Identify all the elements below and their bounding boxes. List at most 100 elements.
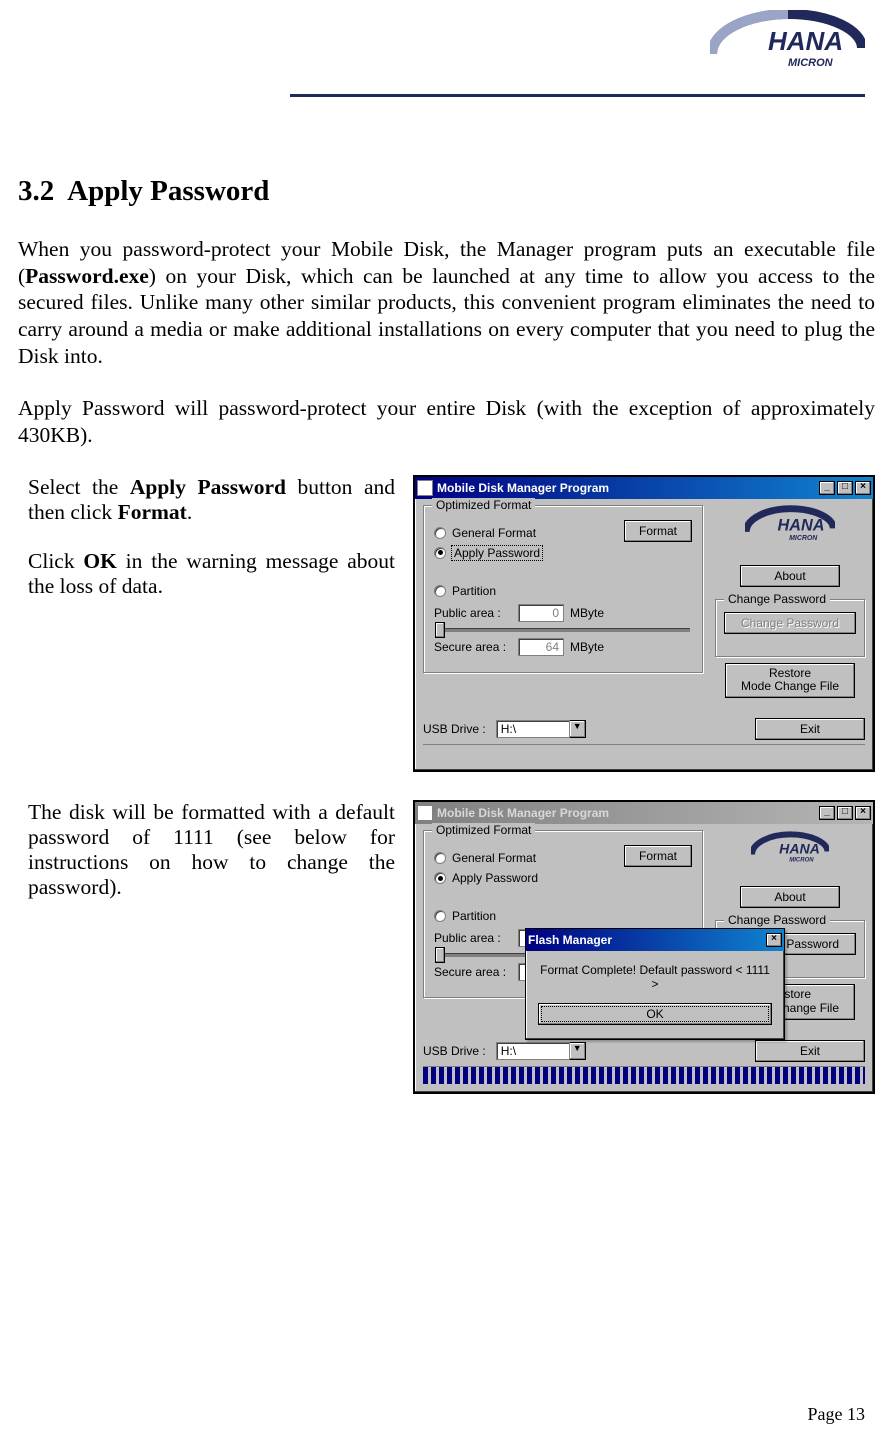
hana-micron-logo: HANA MICRON: [710, 10, 865, 88]
chevron-down-icon[interactable]: ▼: [570, 1042, 586, 1060]
close-button[interactable]: ×: [766, 933, 782, 947]
group-label-optimized: Optimized Format: [432, 823, 535, 837]
radio-apply-password[interactable]: [434, 872, 446, 884]
step-1: Select the Apply Password button and the…: [18, 475, 395, 525]
usb-drive-value: H:\: [496, 720, 570, 738]
secure-area-value[interactable]: 64: [518, 638, 564, 656]
app-window-2: Mobile Disk Manager Program _ □ × Optimi…: [413, 800, 875, 1094]
svg-text:MICRON: MICRON: [789, 858, 814, 864]
apply-password-bold: Apply Password: [130, 475, 286, 499]
app-icon: [417, 805, 433, 821]
minimize-button[interactable]: _: [819, 481, 835, 495]
change-password-button[interactable]: Change Password: [724, 612, 856, 634]
page-content: 3.2 Apply Password When you password-pro…: [10, 97, 883, 1094]
titlebar: Mobile Disk Manager Program _ □ ×: [415, 477, 873, 499]
format-button[interactable]: Format: [624, 520, 692, 542]
step-row-1: Select the Apply Password button and the…: [18, 475, 875, 773]
radio-general-format[interactable]: [434, 527, 446, 539]
radio-label-general: General Format: [452, 526, 536, 540]
radio-label-apply: Apply Password: [452, 546, 542, 560]
hana-logo-small: HANA MICRON: [745, 505, 835, 553]
radio-label-general: General Format: [452, 851, 536, 865]
svg-text:MICRON: MICRON: [788, 57, 834, 69]
app-window-1: Mobile Disk Manager Program _ □ × Optimi…: [413, 475, 875, 773]
secure-area-row: Secure area : 64 MByte: [434, 638, 692, 656]
usb-drive-combo[interactable]: H:\ ▼: [496, 720, 586, 738]
dialog-title: Flash Manager: [528, 933, 612, 947]
close-button[interactable]: ×: [855, 481, 871, 495]
step-column-1: Select the Apply Password button and the…: [18, 475, 395, 623]
public-area-label: Public area :: [434, 931, 512, 945]
step-row-2: The disk will be formatted with a defaul…: [18, 800, 875, 1094]
section-title-text: Apply Password: [67, 175, 269, 207]
public-area-value[interactable]: 0: [518, 604, 564, 622]
slider-thumb[interactable]: [435, 622, 445, 638]
status-bar: [423, 744, 865, 762]
ok-button[interactable]: OK: [538, 1003, 772, 1025]
page-header: HANA MICRON: [10, 10, 883, 88]
radio-partition[interactable]: [434, 910, 446, 922]
window-title: Mobile Disk Manager Program: [437, 806, 609, 820]
window-title: Mobile Disk Manager Program: [437, 481, 609, 495]
status-bar-progress: [423, 1066, 865, 1084]
svg-text:HANA: HANA: [779, 841, 820, 857]
svg-text:HANA: HANA: [778, 516, 825, 534]
screenshot-1: Mobile Disk Manager Program _ □ × Optimi…: [413, 475, 875, 773]
change-password-group: Change Password Change Password: [715, 599, 865, 657]
close-button[interactable]: ×: [855, 806, 871, 820]
step-2: Click OK in the warning message about th…: [18, 549, 395, 599]
radio-general-format[interactable]: [434, 852, 446, 864]
svg-text:MICRON: MICRON: [789, 535, 818, 542]
maximize-button[interactable]: □: [837, 806, 853, 820]
radio-label-partition: Partition: [452, 584, 496, 598]
group-label-changepw: Change Password: [724, 592, 830, 606]
intro-paragraph-1: When you password-protect your Mobile Di…: [18, 236, 875, 369]
step-column-2: The disk will be formatted with a defaul…: [18, 800, 395, 924]
usb-drive-label: USB Drive :: [423, 1044, 486, 1058]
usb-drive-value: H:\: [496, 1042, 570, 1060]
ok-bold: OK: [83, 549, 116, 573]
group-label-optimized: Optimized Format: [432, 498, 535, 512]
app-icon: [417, 480, 433, 496]
section-number: 3.2: [18, 175, 54, 207]
password-exe-bold: Password.exe: [25, 264, 149, 288]
dialog-message: Format Complete! Default password < 1111…: [538, 963, 772, 991]
radio-label-partition: Partition: [452, 909, 496, 923]
svg-text:HANA: HANA: [768, 26, 843, 56]
unit-mbyte: MByte: [570, 606, 604, 620]
partition-slider[interactable]: [436, 628, 690, 632]
flash-manager-dialog: Flash Manager × Format Complete! Default…: [525, 928, 785, 1040]
about-button[interactable]: About: [740, 565, 840, 587]
slider-thumb[interactable]: [435, 947, 445, 963]
radio-label-apply: Apply Password: [452, 871, 538, 885]
format-button[interactable]: Format: [624, 845, 692, 867]
intro-paragraph-2: Apply Password will password-protect you…: [18, 395, 875, 448]
exit-button[interactable]: Exit: [755, 1040, 865, 1062]
hana-logo-small: HANA MICRON: [751, 830, 829, 874]
about-button[interactable]: About: [740, 886, 840, 908]
radio-partition[interactable]: [434, 585, 446, 597]
public-area-row: Public area : 0 MByte: [434, 604, 692, 622]
section-title: 3.2 Apply Password: [18, 175, 875, 208]
secure-area-label: Secure area :: [434, 965, 512, 979]
screenshot-2: Mobile Disk Manager Program _ □ × Optimi…: [413, 800, 875, 1094]
public-area-label: Public area :: [434, 606, 512, 620]
secure-area-label: Secure area :: [434, 640, 512, 654]
group-label-changepw: Change Password: [724, 913, 830, 927]
titlebar-inactive: Mobile Disk Manager Program _ □ ×: [415, 802, 873, 824]
unit-mbyte: MByte: [570, 640, 604, 654]
step-3: The disk will be formatted with a defaul…: [18, 800, 395, 900]
usb-drive-label: USB Drive :: [423, 722, 486, 736]
optimized-format-group: Optimized Format General Format: [423, 505, 703, 673]
exit-button[interactable]: Exit: [755, 718, 865, 740]
maximize-button[interactable]: □: [837, 481, 853, 495]
restore-button[interactable]: Restore Mode Change File: [725, 663, 855, 699]
radio-apply-password[interactable]: [434, 547, 446, 559]
chevron-down-icon[interactable]: ▼: [570, 720, 586, 738]
usb-drive-combo[interactable]: H:\ ▼: [496, 1042, 586, 1060]
page-number: Page 13: [808, 1404, 866, 1424]
minimize-button[interactable]: _: [819, 806, 835, 820]
format-bold: Format: [118, 500, 187, 524]
page-footer: Page 13: [808, 1404, 866, 1425]
dialog-titlebar: Flash Manager ×: [526, 929, 784, 951]
